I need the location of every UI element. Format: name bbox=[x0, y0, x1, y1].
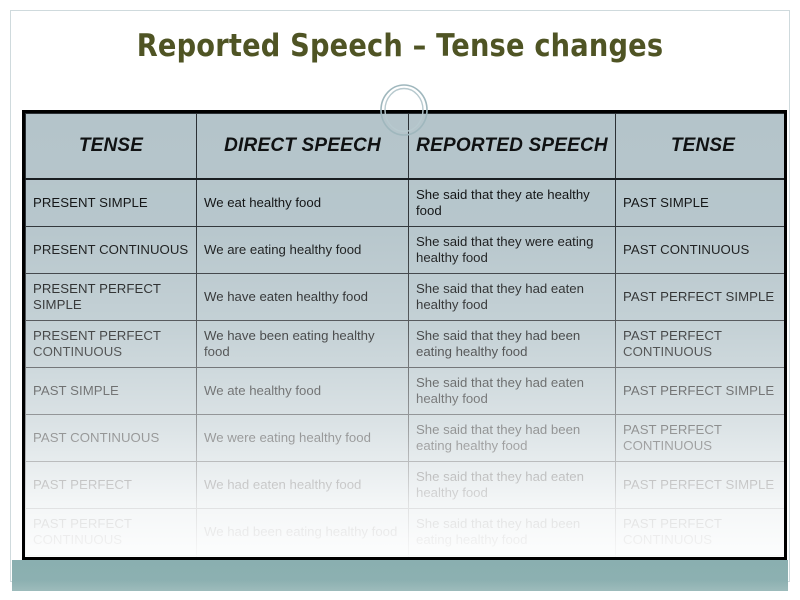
table-row: PRESENT CONTINUOUS We are eating healthy… bbox=[25, 226, 784, 274]
column-header-reported-speech: REPORTED SPEECH bbox=[408, 113, 616, 180]
cell-result-tense: PAST PERFECT CONTINUOUS bbox=[615, 508, 784, 556]
table-header: TENSE DIRECT SPEECH REPORTED SPEECH TENS… bbox=[25, 113, 784, 180]
cell-direct-speech: We will eat healthy food bbox=[196, 555, 409, 557]
table-row: PAST PERFECT CONTINUOUS We had been eati… bbox=[25, 508, 784, 556]
page-title: Reported Speech – Tense changes bbox=[136, 28, 664, 64]
cell-reported-speech: She said that they were eating healthy f… bbox=[408, 226, 616, 274]
cell-result-tense: PAST PERFECT CONTINUOUS bbox=[615, 414, 784, 462]
cell-result-tense: PAST PERFECT SIMPLE bbox=[615, 367, 784, 415]
cell-reported-speech: She said that they had been eating healt… bbox=[408, 414, 616, 462]
table-row: FUTURE SIMPLE We will eat healthy food S… bbox=[25, 555, 784, 557]
footer-accent-band bbox=[12, 560, 788, 591]
cell-tense: FUTURE SIMPLE bbox=[25, 555, 197, 557]
cell-tense: PRESENT CONTINUOUS bbox=[25, 226, 197, 274]
cell-reported-speech: She said that they had been eating healt… bbox=[408, 320, 616, 368]
cell-direct-speech: We were eating healthy food bbox=[196, 414, 409, 462]
table-row: PRESENT PERFECT CONTINUOUS We have been … bbox=[25, 320, 784, 368]
cell-direct-speech: We eat healthy food bbox=[196, 178, 409, 227]
cell-reported-speech: She said that they had eaten healthy foo… bbox=[408, 367, 616, 415]
cell-direct-speech: We have eaten healthy food bbox=[196, 273, 409, 321]
cell-tense: PRESENT PERFECT CONTINUOUS bbox=[25, 320, 197, 368]
table-header-row: TENSE DIRECT SPEECH REPORTED SPEECH TENS… bbox=[25, 113, 784, 180]
cell-result-tense: PAST PERFECT SIMPLE bbox=[615, 461, 784, 509]
column-header-direct-speech: DIRECT SPEECH bbox=[196, 113, 409, 180]
table-row: PRESENT SIMPLE We eat healthy food She s… bbox=[25, 178, 784, 227]
cell-tense: PRESENT SIMPLE bbox=[25, 178, 197, 227]
table-row: PAST PERFECT We had eaten healthy food S… bbox=[25, 461, 784, 509]
cell-tense: PAST SIMPLE bbox=[25, 367, 197, 415]
cell-result-tense: FUTURE SIMPLE bbox=[615, 555, 784, 557]
table-row: PAST CONTINUOUS We were eating healthy f… bbox=[25, 414, 784, 462]
cell-direct-speech: We had eaten healthy food bbox=[196, 461, 409, 509]
cell-reported-speech: She said that they ate healthy food bbox=[408, 178, 616, 227]
table-body: PRESENT SIMPLE We eat healthy food She s… bbox=[25, 178, 784, 557]
cell-reported-speech: She said that they had been eating healt… bbox=[408, 508, 616, 556]
cell-result-tense: PAST PERFECT CONTINUOUS bbox=[615, 320, 784, 368]
cell-tense: PAST PERFECT CONTINUOUS bbox=[25, 508, 197, 556]
cell-direct-speech: We have been eating healthy food bbox=[196, 320, 409, 368]
cell-tense: PRESENT PERFECT SIMPLE bbox=[25, 273, 197, 321]
column-header-tense-source: TENSE bbox=[25, 113, 197, 180]
cell-direct-speech: We are eating healthy food bbox=[196, 226, 409, 274]
column-header-tense-result: TENSE bbox=[615, 113, 784, 180]
cell-tense: PAST PERFECT bbox=[25, 461, 197, 509]
cell-result-tense: PAST PERFECT SIMPLE bbox=[615, 273, 784, 321]
cell-tense: PAST CONTINUOUS bbox=[25, 414, 197, 462]
tense-changes-table-container: TENSE DIRECT SPEECH REPORTED SPEECH TENS… bbox=[22, 110, 787, 560]
tense-changes-table: TENSE DIRECT SPEECH REPORTED SPEECH TENS… bbox=[25, 113, 784, 557]
cell-reported-speech: She said that they would eat healthy foo… bbox=[408, 555, 616, 557]
cell-direct-speech: We ate healthy food bbox=[196, 367, 409, 415]
table-row: PRESENT PERFECT SIMPLE We have eaten hea… bbox=[25, 273, 784, 321]
cell-result-tense: PAST CONTINUOUS bbox=[615, 226, 784, 274]
slide-canvas: Reported Speech – Tense changes TENSE DI… bbox=[0, 0, 800, 600]
cell-reported-speech: She said that they had eaten healthy foo… bbox=[408, 273, 616, 321]
cell-reported-speech: She said that they had eaten healthy foo… bbox=[408, 461, 616, 509]
table-row: PAST SIMPLE We ate healthy food She said… bbox=[25, 367, 784, 415]
cell-direct-speech: We had been eating healthy food bbox=[196, 508, 409, 556]
cell-result-tense: PAST SIMPLE bbox=[615, 178, 784, 227]
